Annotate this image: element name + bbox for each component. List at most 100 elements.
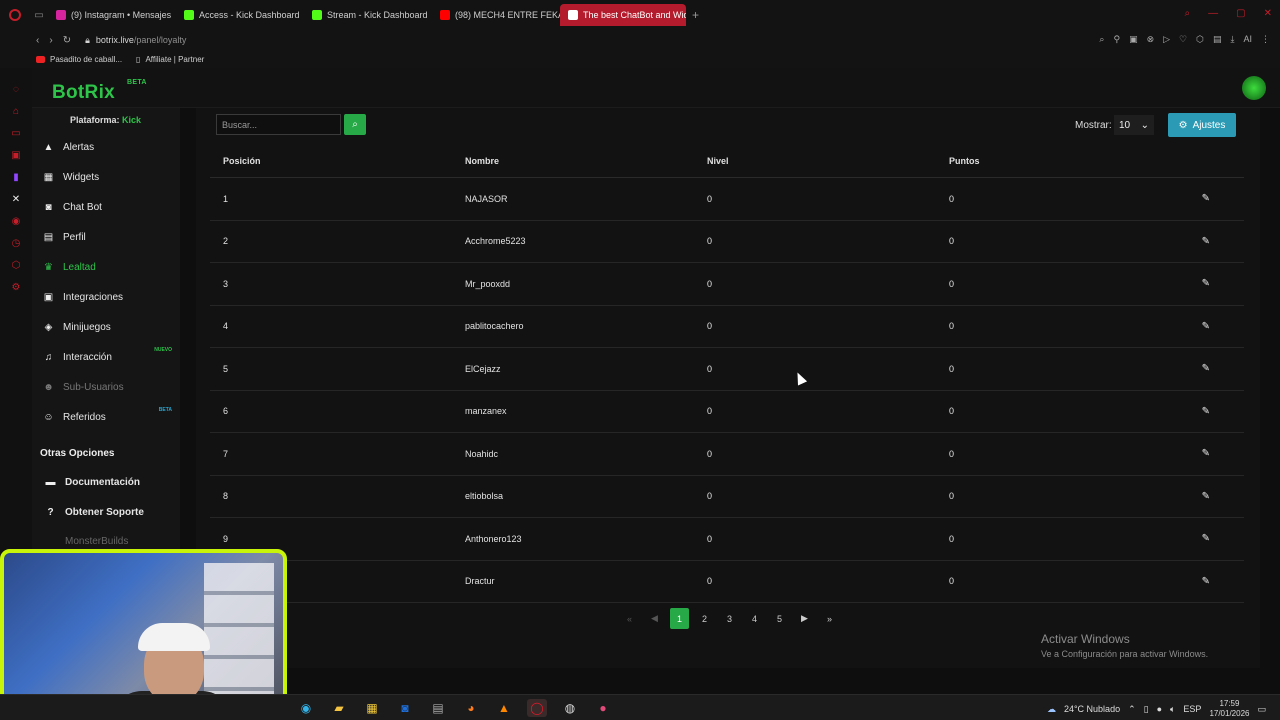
first-page-icon[interactable]: « <box>620 608 639 629</box>
edit-pencil-icon[interactable]: ✎ <box>1178 406 1244 417</box>
page-4-button[interactable]: 4 <box>745 608 764 629</box>
bag-icon[interactable]: ⌂ <box>13 106 19 121</box>
network-icon[interactable]: ▯ <box>1144 704 1149 715</box>
page-5-button[interactable]: 5 <box>770 608 789 629</box>
close-icon[interactable]: ✕ <box>1264 8 1272 19</box>
page-3-button[interactable]: 3 <box>720 608 739 629</box>
notifications-icon[interactable]: ▭ <box>1257 704 1266 715</box>
wallet-icon[interactable]: ▤ <box>1213 34 1222 45</box>
player-icon[interactable]: ▷ <box>1163 34 1170 45</box>
aria-icon[interactable]: ◌ <box>13 84 19 99</box>
pin-icon[interactable]: ⚲ <box>1113 34 1120 45</box>
download-icon[interactable]: ⤓ <box>1231 34 1235 45</box>
opera-icon[interactable]: ◯ <box>527 699 547 717</box>
last-page-icon[interactable]: » <box>820 608 839 629</box>
bookmark-affiliate[interactable]: ▯ Affiliate | Partner <box>136 55 204 64</box>
page-size-select[interactable]: 10 ⌄ <box>1114 115 1154 135</box>
store-icon[interactable]: ▦ <box>362 699 382 717</box>
sidebar-item-monsterbuilds[interactable]: MonsterBuilds <box>65 536 128 547</box>
opera-menu-icon[interactable] <box>0 0 30 30</box>
new-tab-button[interactable]: + <box>686 8 705 22</box>
back-icon[interactable]: ‹ <box>36 35 39 46</box>
next-page-icon[interactable]: ▶ <box>795 608 814 629</box>
edit-pencil-icon[interactable]: ✎ <box>1178 533 1244 544</box>
url-field[interactable]: 🔒︎ botrix.live/panel/loyalty <box>85 35 186 46</box>
speaker-icon[interactable]: 🔈︎ <box>1170 704 1175 715</box>
sidebar-item-perfil[interactable]: ▤ Perfil <box>42 226 180 248</box>
sidebar-item-soporte[interactable]: ? Obtener Soporte <box>44 501 182 523</box>
x-icon[interactable]: ✕ <box>12 194 20 209</box>
snapshot-icon[interactable]: ▣ <box>1129 34 1138 45</box>
news-icon[interactable]: ▣ <box>11 150 20 165</box>
edit-pencil-icon[interactable]: ✎ <box>1178 321 1244 332</box>
obs-icon[interactable]: ◍ <box>560 699 580 717</box>
sidebar-item-widgets[interactable]: ▦ Widgets <box>42 166 180 188</box>
tab-kick-stream[interactable]: Stream - Kick Dashboard <box>304 4 432 26</box>
bookmark-youtube[interactable]: Pasadito de caball... <box>36 55 122 64</box>
sidebar-item-interaccion[interactable]: ♫ Interacción NUEVO <box>42 346 180 368</box>
column-header-name[interactable]: Nombre <box>452 156 694 166</box>
chevron-up-icon[interactable]: ⌃ <box>1128 704 1136 715</box>
edit-pencil-icon[interactable]: ✎ <box>1178 491 1244 502</box>
extensions-icon[interactable]: ⬡ <box>12 260 21 275</box>
discord-icon[interactable]: ● <box>593 699 613 717</box>
app-icon[interactable]: ▤ <box>428 699 448 717</box>
tab-youtube[interactable]: (98) MECH4 ENTRE FEKA <box>432 4 560 26</box>
player-icon[interactable]: ◉ <box>12 216 21 231</box>
botrix-logo[interactable]: BotRix BETA <box>52 79 146 104</box>
forward-icon[interactable]: › <box>49 35 52 46</box>
sidebar-item-chat-bot[interactable]: ◙ Chat Bot <box>42 196 180 218</box>
sidebar-item-alertas[interactable]: ▲ Alertas <box>42 136 180 158</box>
settings-button[interactable]: ⚙ Ajustes <box>1168 113 1236 137</box>
sidebar-item-documentacion[interactable]: ▬ Documentación <box>44 471 182 493</box>
edit-pencil-icon[interactable]: ✎ <box>1178 193 1244 204</box>
mic-icon[interactable]: ● <box>1157 704 1162 714</box>
tab-workspaces-icon[interactable]: ▭ <box>30 0 48 30</box>
twitch-icon[interactable]: ▮ <box>13 172 19 187</box>
edit-pencil-icon[interactable]: ✎ <box>1178 576 1244 587</box>
settings-icon[interactable]: ⚙ <box>12 282 21 297</box>
history-icon[interactable]: ◷ <box>12 238 21 253</box>
prev-page-icon[interactable]: ◀ <box>645 608 664 629</box>
avatar[interactable] <box>1242 76 1266 100</box>
column-header-position[interactable]: Posición <box>210 156 452 166</box>
vlc-icon[interactable]: ▲ <box>494 699 514 717</box>
edit-pencil-icon[interactable]: ✎ <box>1178 363 1244 374</box>
firefox-icon[interactable]: ◕ <box>461 699 481 717</box>
lang-indicator[interactable]: ESP <box>1183 704 1201 714</box>
maximize-icon[interactable]: ▢ <box>1236 8 1245 19</box>
sidebar-item-minijuegos[interactable]: ◈ Minijuegos <box>42 316 180 338</box>
edit-pencil-icon[interactable]: ✎ <box>1178 448 1244 459</box>
sidebar-item-referidos[interactable]: ☺ Referidos BETA <box>42 406 180 428</box>
extensions-icon[interactable]: ⬡ <box>1196 34 1204 45</box>
edit-pencil-icon[interactable]: ✎ <box>1178 236 1244 247</box>
sidebar-item-sub-usuarios[interactable]: ☻ Sub-Usuarios <box>42 376 180 398</box>
weather-text[interactable]: 24°C Nublado <box>1064 704 1120 714</box>
search-button[interactable]: ⌕ <box>344 114 366 135</box>
search-input[interactable]: Buscar... <box>216 114 341 135</box>
menu-icon[interactable]: ⋮ <box>1261 34 1270 45</box>
outlook-icon[interactable]: ◙ <box>395 699 415 717</box>
cell-position: 2 <box>223 236 229 247</box>
edit-pencil-icon[interactable]: ✎ <box>1178 278 1244 289</box>
search-tabs-icon[interactable]: ⌕ <box>1185 8 1191 19</box>
column-header-points[interactable]: Puntos <box>936 156 1178 166</box>
adblock-icon[interactable]: ⊗ <box>1147 34 1155 45</box>
minimize-icon[interactable]: — <box>1208 8 1218 19</box>
reload-icon[interactable]: ↻ <box>63 35 71 46</box>
column-header-level[interactable]: Nivel <box>694 156 936 166</box>
ai-button[interactable]: AI <box>1243 34 1252 45</box>
page-1-button[interactable]: 1 <box>670 608 689 629</box>
clock[interactable]: 17:59 17/01/2026 <box>1209 699 1249 719</box>
sidebar-item-lealtad[interactable]: ♛ Lealtad <box>42 256 180 278</box>
tab-botrix[interactable]: The best ChatBot and Wid <box>560 4 686 26</box>
tab-kick-access[interactable]: Access - Kick Dashboard <box>176 4 304 26</box>
file-explorer-icon[interactable]: ▰ <box>329 699 349 717</box>
page-2-button[interactable]: 2 <box>695 608 714 629</box>
heart-icon[interactable]: ♡ <box>1179 34 1187 45</box>
edge-icon[interactable]: ◉ <box>296 699 316 717</box>
chat-icon[interactable]: ▭ <box>11 128 20 143</box>
zoom-icon[interactable]: ⌕ <box>1099 34 1104 45</box>
tab-instagram[interactable]: (9) Instagram • Mensajes <box>48 4 176 26</box>
sidebar-item-integraciones[interactable]: ▣ Integraciones <box>42 286 180 308</box>
